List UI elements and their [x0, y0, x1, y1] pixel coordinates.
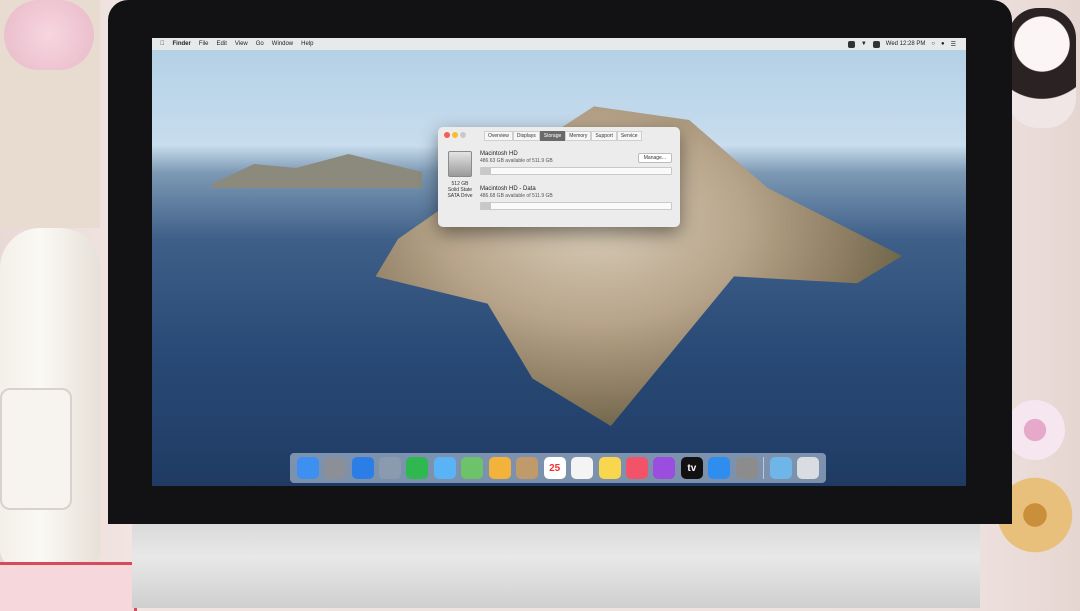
volume-name: Macintosh HD	[480, 151, 518, 157]
menu-go[interactable]: Go	[256, 41, 264, 47]
apple-logo-icon	[538, 542, 578, 590]
volume-macintosh-hd-data: Macintosh HD - Data 486.68 GB available …	[480, 186, 672, 210]
imac-screen:  Finder File Edit View Go Window Help ▼…	[152, 38, 966, 486]
menu-app-name[interactable]: Finder	[173, 41, 191, 47]
contacts-icon[interactable]	[516, 457, 539, 479]
system-preferences-icon[interactable]	[735, 457, 758, 479]
window-titlebar[interactable]: Overview Displays Storage Memory Support…	[438, 127, 680, 143]
menu-clock[interactable]: Wed 12:28 PM	[886, 41, 926, 47]
notes-icon[interactable]	[598, 457, 621, 479]
apple-menu-icon[interactable]: 	[160, 41, 165, 47]
tab-displays[interactable]: Displays	[512, 131, 540, 141]
menu-window[interactable]: Window	[272, 41, 293, 47]
music-icon[interactable]	[625, 457, 648, 479]
wifi-icon[interactable]: ▼	[861, 41, 867, 47]
menu-file[interactable]: File	[199, 41, 209, 47]
tab-storage[interactable]: Storage	[539, 131, 566, 141]
siri-icon[interactable]: ●	[941, 41, 945, 47]
storage-usage-fill	[481, 203, 491, 209]
podcasts-icon[interactable]	[653, 457, 676, 479]
dock: 25 tv	[290, 453, 826, 483]
calendar-icon[interactable]: 25	[543, 457, 566, 479]
volume-macintosh-hd: Macintosh HD 486.63 GB available of 511.…	[480, 151, 672, 175]
kuromi-plush-toy	[1008, 8, 1076, 128]
hard-drive-icon	[448, 151, 472, 177]
lamp-button-pad	[0, 388, 72, 510]
segmented-tabs: Overview Displays Storage Memory Support…	[484, 131, 642, 141]
menu-bar:  Finder File Edit View Go Window Help ▼…	[152, 38, 966, 50]
launchpad-icon[interactable]	[324, 457, 347, 479]
messages-icon[interactable]	[433, 457, 456, 479]
hello-kitty-box	[0, 562, 137, 611]
about-this-mac-window: Overview Displays Storage Memory Support…	[438, 127, 680, 227]
reminders-icon[interactable]	[571, 457, 594, 479]
facetime-icon[interactable]	[406, 457, 429, 479]
disk-type-line2: SATA Drive	[447, 193, 473, 199]
menu-edit[interactable]: Edit	[217, 41, 227, 47]
control-center-icon[interactable]: ☰	[951, 41, 956, 48]
minimize-button-icon[interactable]	[452, 132, 458, 138]
tab-overview[interactable]: Overview	[484, 131, 513, 141]
disk-caption: 512 GB Solid State SATA Drive	[442, 181, 478, 199]
storage-usage-fill	[481, 168, 491, 174]
trash-icon[interactable]	[797, 457, 820, 479]
storage-usage-bar	[480, 167, 672, 175]
menu-view[interactable]: View	[235, 41, 248, 47]
storage-usage-bar	[480, 202, 672, 210]
safari-icon[interactable]	[351, 457, 374, 479]
dock-separator	[763, 457, 765, 479]
photo-booth-icon[interactable]	[379, 457, 402, 479]
volume-name: Macintosh HD - Data	[480, 186, 536, 192]
tab-support[interactable]: Support	[591, 131, 617, 141]
tab-memory[interactable]: Memory	[565, 131, 592, 141]
pink-plush-toy	[4, 0, 94, 70]
volume-availability: 486.68 GB available of 511.9 GB	[480, 193, 553, 199]
apple-tv-icon[interactable]: tv	[680, 457, 703, 479]
close-button-icon[interactable]	[444, 132, 450, 138]
menu-help[interactable]: Help	[301, 41, 313, 47]
zoom-button-icon	[460, 132, 466, 138]
finder-icon[interactable]	[296, 457, 319, 479]
maps-icon[interactable]	[461, 457, 484, 479]
tab-service[interactable]: Service	[616, 131, 642, 141]
photos-icon[interactable]	[488, 457, 511, 479]
app-store-icon[interactable]	[708, 457, 731, 479]
downloads-folder-icon[interactable]	[769, 457, 792, 479]
wallpaper-far-hills	[212, 154, 422, 188]
keyboard-input-icon[interactable]	[872, 40, 880, 48]
volume-availability: 486.63 GB available of 511.9 GB	[480, 158, 553, 164]
spotlight-search-icon[interactable]: ○	[931, 41, 935, 47]
airplay-icon[interactable]	[847, 40, 855, 48]
